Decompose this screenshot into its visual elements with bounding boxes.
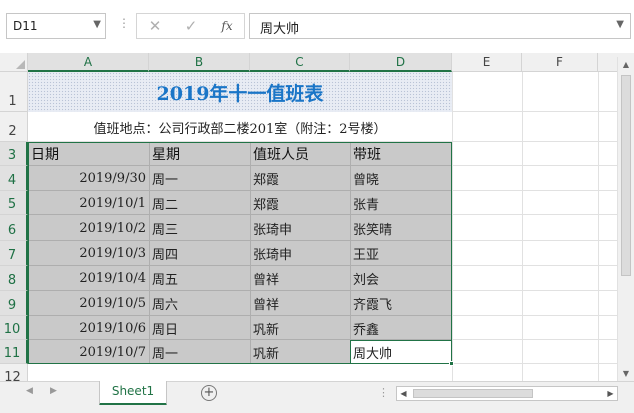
cancel-icon[interactable]: ✕: [137, 13, 173, 39]
row-header-5[interactable]: 5: [0, 191, 28, 215]
add-sheet-icon[interactable]: +: [201, 385, 217, 401]
prev-sheet-icon[interactable]: ◀: [26, 386, 33, 396]
fill-handle[interactable]: [449, 361, 454, 366]
gridline: [452, 265, 634, 266]
row-header-6[interactable]: 6: [0, 215, 28, 241]
column-header-f[interactable]: F: [522, 53, 598, 72]
gridline: [452, 290, 634, 291]
gridline: [452, 240, 634, 241]
gridline: [598, 72, 599, 381]
scroll-down-icon[interactable]: ▼: [618, 366, 634, 381]
scroll-left-icon[interactable]: ◀: [397, 387, 410, 400]
formula-input[interactable]: 周大帅 ▼: [249, 13, 631, 39]
row-header-4[interactable]: 4: [0, 166, 28, 191]
row-header-3[interactable]: 3: [0, 142, 28, 166]
column-header-d[interactable]: D: [350, 53, 452, 72]
confirm-icon[interactable]: ✓: [173, 13, 209, 39]
vertical-scrollbar[interactable]: ▲ ▼: [617, 57, 634, 381]
insert-function-icon[interactable]: fx: [209, 13, 245, 39]
scroll-up-icon[interactable]: ▲: [618, 57, 634, 72]
horizontal-scrollbar[interactable]: ◀ ▶: [396, 386, 618, 401]
column-header-b[interactable]: B: [149, 53, 250, 72]
gridline: [452, 339, 634, 340]
horizontal-scroll-thumb[interactable]: [413, 389, 533, 398]
row-header-10[interactable]: 10: [0, 316, 28, 340]
location-cell[interactable]: 值班地点：公司行政部二楼201室（附注：2号楼）: [28, 112, 452, 142]
gridline: [522, 72, 523, 381]
column-header-e[interactable]: E: [452, 53, 522, 72]
sheet-title-cell[interactable]: 2019年十一值班表: [28, 72, 452, 112]
row-header-9[interactable]: 9: [0, 291, 28, 316]
row-header-12[interactable]: 12: [0, 364, 28, 381]
gridline: [452, 190, 634, 191]
scroll-right-icon[interactable]: ▶: [604, 387, 617, 400]
row-header-7[interactable]: 7: [0, 241, 28, 266]
select-all-corner[interactable]: [0, 53, 28, 72]
gridline: [452, 214, 634, 215]
gridline: [452, 165, 634, 166]
chevron-down-icon[interactable]: ▼: [93, 19, 101, 30]
status-bar: [0, 405, 634, 413]
row-header-1[interactable]: 1: [0, 72, 28, 112]
formula-value: 周大帅: [260, 22, 300, 37]
sheet-tab-sheet1[interactable]: Sheet1: [99, 381, 167, 406]
expand-formula-icon[interactable]: ▼: [616, 19, 624, 30]
gridline: [452, 315, 634, 316]
column-header-a[interactable]: A: [28, 53, 149, 72]
table-selection-border: [28, 142, 452, 364]
next-sheet-icon[interactable]: ▶: [50, 386, 57, 396]
name-box-value: D11: [13, 19, 38, 33]
row-header-8[interactable]: 8: [0, 266, 28, 291]
column-header-c[interactable]: C: [250, 53, 350, 72]
row-header-2[interactable]: 2: [0, 112, 28, 142]
more-icon: ⋮: [118, 16, 130, 30]
vertical-scroll-thumb[interactable]: [621, 75, 631, 276]
row-header-11[interactable]: 11: [0, 340, 28, 364]
formula-bar: D11 ▼ ⋮ ✕ ✓ fx 周大帅 ▼: [0, 0, 634, 48]
spreadsheet-grid[interactable]: A B C D E F 1 2 3 4 5 6 7 8 9 10 11 12 2…: [0, 48, 634, 381]
gridline: [452, 72, 453, 381]
more-icon: ⋮: [378, 386, 389, 399]
sheet-tab-bar: ◀ ▶ Sheet1 + ⋮ ◀ ▶: [0, 381, 634, 406]
name-box[interactable]: D11 ▼: [6, 13, 106, 39]
